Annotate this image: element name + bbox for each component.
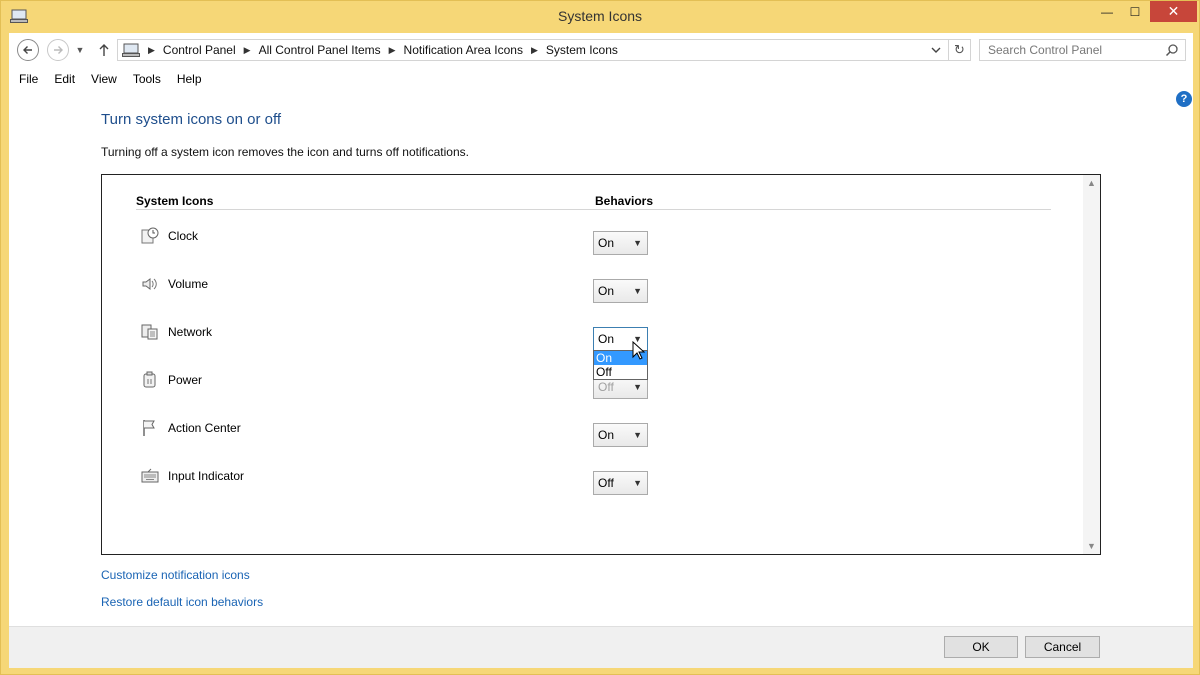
scroll-up-icon[interactable]: ▲	[1083, 175, 1100, 191]
breadcrumb-control-panel[interactable]: Control Panel	[163, 43, 236, 57]
breadcrumb-separator-icon[interactable]: ▶	[389, 45, 396, 56]
column-header-system-icons: System Icons	[136, 194, 214, 208]
network-icon	[141, 324, 158, 340]
row-label: Input Indicator	[168, 469, 245, 483]
ok-button[interactable]: OK	[944, 636, 1018, 658]
menu-edit[interactable]: Edit	[48, 72, 81, 86]
control-panel-icon	[122, 43, 140, 57]
dropdown-option-off[interactable]: Off	[594, 365, 647, 379]
title-bar: System Icons — ☐ ✕	[1, 1, 1199, 32]
select-value: On	[598, 284, 615, 298]
up-arrow-icon	[99, 44, 109, 56]
select-value: Off	[598, 476, 614, 490]
refresh-icon: ↻	[954, 42, 965, 57]
up-button[interactable]	[93, 39, 115, 61]
menu-view[interactable]: View	[85, 72, 123, 86]
back-arrow-icon	[23, 46, 32, 54]
dialog-footer: OK Cancel	[9, 626, 1193, 668]
chevron-down-icon: ▼	[633, 238, 642, 248]
row-label: Action Center	[168, 421, 241, 435]
recent-locations-button[interactable]: ▼	[73, 39, 87, 61]
close-button[interactable]: ✕	[1150, 1, 1197, 22]
flag-icon	[143, 420, 155, 436]
address-bar[interactable]: ▶ Control Panel ▶ All Control Panel Item…	[117, 39, 971, 61]
navigation-bar: ▼ ▶ Control Panel ▶ All Control Panel It…	[9, 33, 1193, 67]
select-value: On	[598, 428, 615, 442]
forward-arrow-icon	[54, 46, 63, 54]
row-label: Volume	[168, 277, 209, 291]
row-input-indicator: Input Indicator Off ▼	[136, 465, 696, 499]
header-divider	[136, 209, 1051, 210]
row-action-center: Action Center On ▼	[136, 417, 696, 451]
chevron-down-icon	[931, 47, 941, 53]
system-icons-panel: System Icons Behaviors Clock On ▼ Volume…	[101, 174, 1101, 555]
breadcrumb-separator-icon[interactable]: ▶	[244, 45, 251, 56]
select-value: On	[598, 236, 615, 250]
back-button[interactable]	[17, 39, 39, 61]
chevron-down-icon: ▼	[633, 286, 642, 296]
menu-tools[interactable]: Tools	[127, 72, 167, 86]
chevron-down-icon: ▼	[633, 430, 642, 440]
search-icon	[1165, 44, 1178, 57]
breadcrumb-notification-area-icons[interactable]: Notification Area Icons	[404, 43, 523, 57]
content-area: ? Turn system icons on or off Turning of…	[9, 91, 1193, 626]
restore-default-icon-behaviors-link[interactable]: Restore default icon behaviors	[101, 595, 263, 609]
behavior-select-volume[interactable]: On ▼	[593, 279, 648, 303]
mouse-cursor-icon	[632, 341, 645, 360]
behavior-select-input-indicator[interactable]: Off ▼	[593, 471, 648, 495]
row-label: Network	[168, 325, 213, 339]
select-value: On	[598, 332, 615, 346]
page-title: Turn system icons on or off	[101, 111, 282, 128]
row-clock: Clock On ▼	[136, 225, 696, 259]
breadcrumb-separator-icon[interactable]: ▶	[531, 45, 538, 56]
menu-help[interactable]: Help	[171, 72, 208, 86]
search-box[interactable]	[979, 39, 1186, 61]
volume-icon	[142, 278, 157, 290]
breadcrumb-separator-icon[interactable]: ▶	[148, 45, 155, 56]
forward-button[interactable]	[47, 39, 69, 61]
menu-file[interactable]: File	[9, 72, 44, 86]
refresh-button[interactable]: ↻	[948, 40, 970, 60]
search-input[interactable]	[980, 40, 1160, 60]
maximize-button[interactable]: ☐	[1122, 1, 1148, 23]
chevron-down-icon: ▼	[633, 478, 642, 488]
vertical-scrollbar[interactable]: ▲ ▼	[1083, 175, 1100, 554]
behavior-select-action-center[interactable]: On ▼	[593, 423, 648, 447]
page-description: Turning off a system icon removes the ic…	[101, 145, 469, 159]
column-header-behaviors: Behaviors	[595, 194, 654, 208]
chevron-down-icon: ▼	[75, 45, 85, 55]
customize-notification-icons-link[interactable]: Customize notification icons	[101, 568, 250, 582]
clock-icon	[141, 227, 159, 244]
row-volume: Volume On ▼	[136, 273, 696, 307]
chevron-down-icon: ▼	[633, 382, 642, 392]
select-value: Off	[598, 380, 614, 394]
menu-bar: File Edit View Tools Help	[9, 67, 1193, 91]
address-history-dropdown[interactable]	[928, 42, 944, 58]
row-network: Network On ▼ On Off	[136, 321, 696, 380]
power-icon	[143, 371, 156, 388]
minimize-button[interactable]: —	[1094, 1, 1120, 23]
cancel-button[interactable]: Cancel	[1025, 636, 1100, 658]
keyboard-icon	[141, 468, 159, 483]
help-icon[interactable]: ?	[1176, 91, 1192, 107]
window: System Icons — ☐ ✕ ▼ ▶ Control Panel ▶ A…	[0, 0, 1200, 675]
row-label: Power	[168, 373, 203, 387]
breadcrumb-system-icons[interactable]: System Icons	[546, 43, 618, 57]
scroll-down-icon[interactable]: ▼	[1083, 538, 1100, 554]
window-title: System Icons	[557, 8, 643, 24]
row-label: Clock	[168, 229, 199, 243]
behavior-select-clock[interactable]: On ▼	[593, 231, 648, 255]
breadcrumb-all-items[interactable]: All Control Panel Items	[259, 43, 381, 57]
breadcrumb: ▶ Control Panel ▶ All Control Panel Item…	[146, 43, 618, 57]
